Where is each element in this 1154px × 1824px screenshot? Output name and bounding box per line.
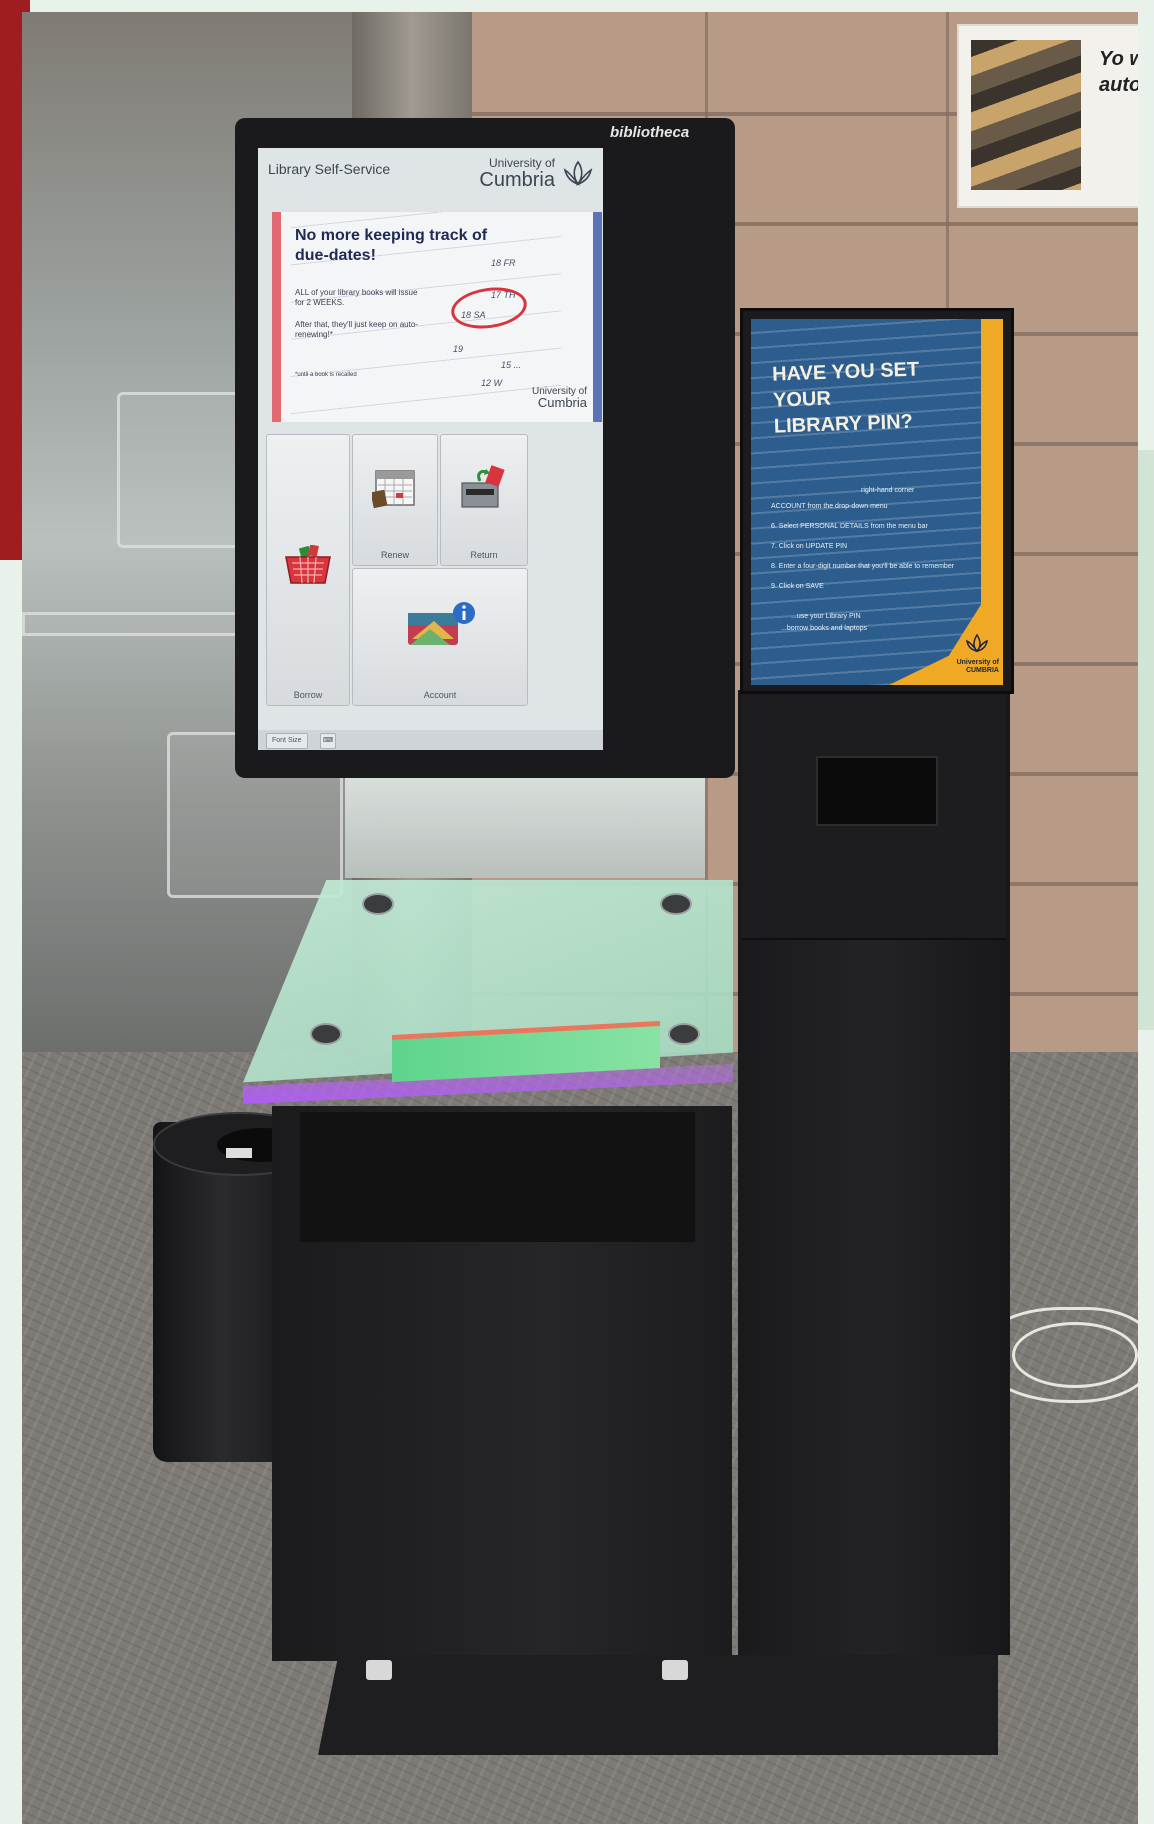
return-box-icon <box>461 465 505 508</box>
shelf-screw <box>668 1023 700 1045</box>
lotus-icon <box>966 633 988 653</box>
receipt-slot[interactable] <box>816 756 938 826</box>
university-logo-small: University of <box>488 156 555 170</box>
renew-label: Renew <box>380 550 409 560</box>
background-green-panel <box>1138 450 1154 1030</box>
banner-footnote: *until a book is recalled <box>295 372 357 378</box>
pin-step: ...use your Library PIN <box>791 613 861 620</box>
banner-text: ALL of your library books will issue for… <box>295 288 418 307</box>
waste-bin-label <box>226 1148 252 1158</box>
renew-button[interactable]: Renew <box>352 434 438 566</box>
caster-wheel <box>662 1660 688 1680</box>
basket-icon <box>285 545 331 584</box>
borrow-button[interactable]: Borrow <box>266 434 350 706</box>
pin-poster: HAVE YOU SET YOUR LIBRARY PIN? right-han… <box>751 319 1003 685</box>
pin-step: 7. Click on UPDATE PIN <box>771 543 848 550</box>
pin-step: ...borrow books and laptops <box>781 625 867 632</box>
borrow-label: Borrow <box>293 690 323 700</box>
pin-step: ACCOUNT from the drop-down menu <box>771 503 888 510</box>
banner-headline: No more keeping track of due-dates! <box>295 227 488 264</box>
pin-step: 9. Click on SAVE <box>771 583 824 590</box>
pin-step: 8. Enter a four-digit number that you'll… <box>771 563 955 570</box>
library-card-icon <box>408 602 475 645</box>
caster-wheel <box>366 1660 392 1680</box>
university-logo: University of Cumbria <box>445 156 595 196</box>
pin-step: right-hand corner <box>861 487 915 494</box>
touchscreen: Library Self-Service University of Cumbr… <box>258 148 603 750</box>
wall-poster: Yo w auto <box>957 24 1138 208</box>
kiosk-base-recess <box>300 1112 695 1242</box>
banner-logo-big: Cumbria <box>537 395 587 410</box>
shelf-screw <box>310 1023 342 1045</box>
due-dates-banner: 18 FR 17 TH 18 SA 19 15 ... 12 W No more… <box>272 212 602 422</box>
screen-title: Library Self-Service <box>268 161 391 177</box>
pin-poster-logo-text: University of CUMBRIA <box>956 659 999 674</box>
power-cable <box>1012 1322 1138 1388</box>
banner-text: After that, they'll just keep on auto-re… <box>295 320 418 339</box>
screen-bottom-bar: Font Size ⌨ <box>258 730 603 750</box>
font-size-button[interactable]: Font Size <box>266 733 308 749</box>
university-logo-big: Cumbria <box>479 169 555 191</box>
wall-poster-text: Yo w auto <box>1099 48 1138 96</box>
account-label: Account <box>423 690 457 700</box>
banner-logo: University of Cumbria <box>507 386 587 414</box>
calendar-date: 15 ... <box>501 360 522 370</box>
return-button[interactable]: Return <box>440 434 528 566</box>
lotus-icon <box>563 160 593 186</box>
calendar-date: 12 W <box>481 378 503 388</box>
shelf-screw <box>660 893 692 915</box>
brand-logo: bibliotheca <box>610 124 690 141</box>
calendar-icon <box>372 470 415 509</box>
return-label: Return <box>470 550 498 560</box>
pin-sign-holder: HAVE YOU SET YOUR LIBRARY PIN? right-han… <box>740 308 1014 694</box>
calendar-date: 19 <box>453 344 464 354</box>
kiosk-neck-panel <box>345 778 705 878</box>
pin-poster-headline: HAVE YOU SET YOUR LIBRARY PIN? <box>771 358 920 438</box>
kiosk-plinth <box>318 1655 998 1755</box>
keyboard-icon[interactable]: ⌨ <box>320 733 336 749</box>
shelf-screw <box>362 893 394 915</box>
account-button[interactable]: Account <box>352 568 528 706</box>
books-illustration <box>971 40 1081 190</box>
pin-poster-logo: University of CUMBRIA <box>939 633 999 675</box>
pin-step: 6. Select PERSONAL DETAILS from the menu… <box>771 523 928 530</box>
